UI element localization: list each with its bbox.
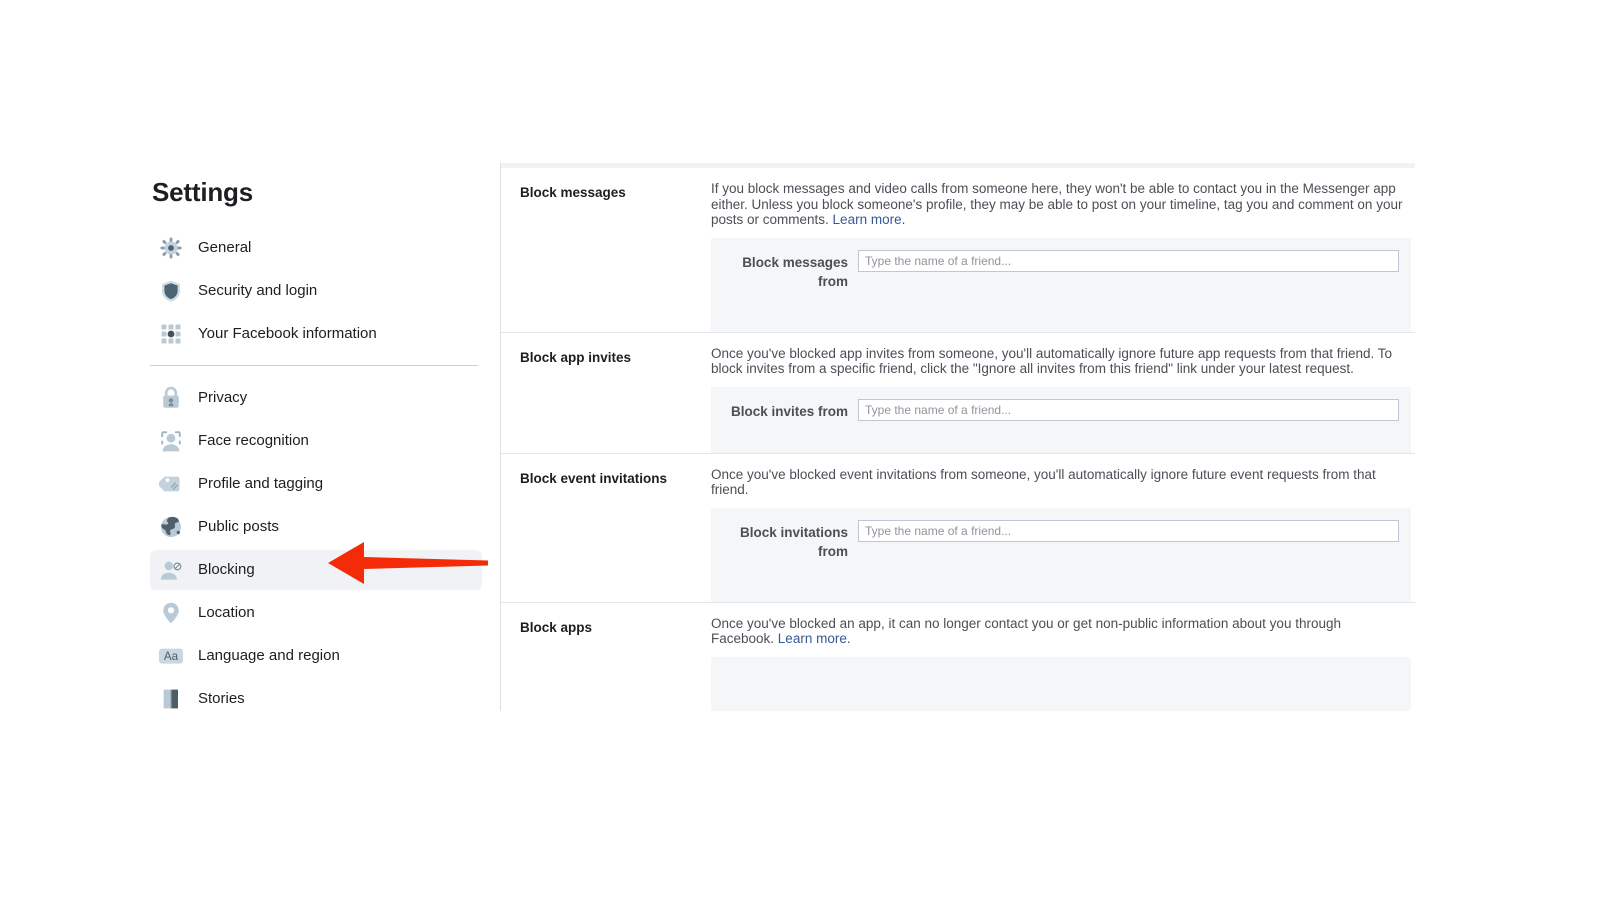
sidebar-item-label: Profile and tagging	[198, 475, 324, 492]
sidebar-item-location[interactable]: Location	[150, 593, 482, 633]
sidebar-item-face-recognition[interactable]: Face recognition	[150, 421, 482, 461]
section-body: Once you've blocked an app, it can no lo…	[711, 616, 1415, 711]
form-row	[711, 656, 1411, 711]
page-root: Settings General Security and login Your…	[0, 0, 1600, 900]
section-title: Block event invitations	[520, 470, 668, 486]
sidebar-item-privacy[interactable]: Privacy	[150, 378, 482, 418]
learn-more-link[interactable]: Learn more	[833, 212, 902, 227]
location-pin-icon	[157, 599, 185, 627]
sidebar-item-label: Location	[198, 604, 255, 621]
sidebar-divider	[150, 365, 478, 366]
section-block-messages: Block messages If you block messages and…	[501, 168, 1415, 332]
sidebar-item-label: Stories	[198, 690, 245, 707]
sidebar-item-label: Blocking	[198, 561, 255, 578]
section-body: Once you've blocked event invitations fr…	[711, 467, 1415, 602]
sidebar-item-language-and-region[interactable]: Aa Language and region	[150, 636, 482, 676]
sidebar-group-primary: General Security and login Your Facebook…	[150, 228, 482, 354]
user-block-icon	[157, 556, 185, 584]
sidebar-item-label: Privacy	[198, 389, 248, 406]
tag-icon	[157, 470, 185, 498]
lock-icon	[157, 384, 185, 412]
learn-more-link[interactable]: Learn more	[778, 631, 847, 646]
sidebar-item-label: Your Facebook information	[198, 325, 377, 342]
description-suffix: .	[846, 631, 851, 646]
sidebar-item-label: Public posts	[198, 518, 279, 535]
form-label: Block messages from	[742, 254, 848, 289]
sidebar-item-stories[interactable]: Stories	[150, 679, 482, 719]
section-body: Once you've blocked app invites from som…	[711, 346, 1415, 453]
sidebar-item-profile-and-tagging[interactable]: Profile and tagging	[150, 464, 482, 504]
block-invitations-from-input[interactable]	[858, 519, 1399, 542]
sidebar-item-label: Security and login	[198, 282, 318, 299]
form-label	[723, 669, 858, 672]
sidebar-item-public-posts[interactable]: Public posts	[150, 507, 482, 547]
sidebar-item-security-and-login[interactable]: Security and login	[150, 271, 482, 311]
form-label: Block invitations from	[739, 524, 848, 559]
section-block-apps: Block apps Once you've blocked an app, i…	[501, 601, 1415, 711]
section-block-event-invitations: Block event invitations Once you've bloc…	[501, 452, 1415, 602]
section-body: If you block messages and video calls fr…	[711, 181, 1415, 332]
page-title: Settings	[152, 177, 253, 207]
sidebar-item-label: Face recognition	[198, 432, 309, 449]
sidebar-item-label: Language and region	[198, 647, 340, 664]
description-text: Once you've blocked app invites from som…	[711, 345, 1393, 377]
block-invites-from-input[interactable]	[858, 398, 1399, 421]
section-title: Block messages	[520, 185, 626, 200]
shield-icon	[157, 277, 185, 305]
form-row: Block messages from	[711, 237, 1411, 332]
sidebar-item-blocking[interactable]: Blocking	[150, 550, 482, 590]
panel-top-edge	[501, 163, 1415, 168]
grid-dots-icon	[157, 320, 185, 348]
block-messages-from-input[interactable]	[858, 249, 1399, 272]
section-title: Block app invites	[520, 349, 632, 365]
sidebar-item-your-facebook-information[interactable]: Your Facebook information	[150, 314, 482, 354]
book-icon	[157, 685, 185, 713]
face-scan-icon	[157, 427, 185, 455]
description-text: If you block messages and video calls fr…	[711, 181, 1403, 227]
section-description: Once you've blocked an app, it can no lo…	[711, 616, 1411, 647]
form-row: Block invitations from	[711, 507, 1411, 602]
description-text: Once you've blocked event invitations fr…	[711, 466, 1376, 498]
aa-text-icon: Aa	[157, 642, 185, 670]
svg-text:Aa: Aa	[164, 650, 179, 663]
section-title: Block apps	[520, 619, 593, 635]
section-block-app-invites: Block app invites Once you've blocked ap…	[501, 331, 1415, 453]
sidebar-item-general[interactable]: General	[150, 228, 482, 268]
blocking-settings-panel: Block messages If you block messages and…	[500, 163, 1415, 711]
gear-icon	[157, 234, 185, 262]
section-description: Once you've blocked event invitations fr…	[711, 467, 1411, 498]
sidebar-item-label: General	[198, 239, 252, 256]
form-label: Block invites from	[730, 403, 848, 419]
globe-icon	[157, 513, 185, 541]
section-description: If you block messages and video calls fr…	[711, 181, 1411, 228]
description-suffix: .	[901, 212, 906, 227]
settings-sidebar: Settings General Security and login Your…	[150, 176, 482, 722]
sidebar-group-secondary: Privacy Face recognition Profile and tag…	[150, 378, 482, 719]
form-row: Block invites from	[711, 386, 1411, 453]
section-description: Once you've blocked app invites from som…	[711, 346, 1411, 377]
